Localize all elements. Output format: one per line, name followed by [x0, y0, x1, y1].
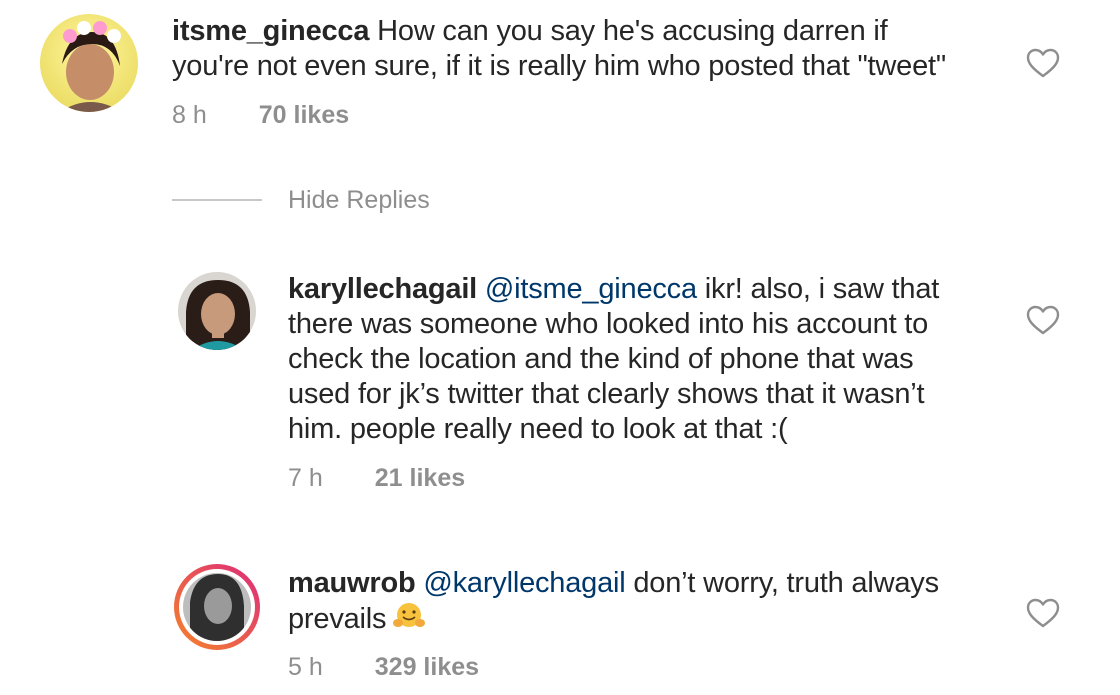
comment-body: him. people really need to look at that …: [288, 413, 788, 445]
comment-text-line: you're not even sure, if it is really hi…: [172, 49, 946, 84]
like-heart-icon[interactable]: [1026, 598, 1060, 628]
avatar[interactable]: [178, 272, 256, 350]
comment-body: used for jk’s twitter that clearly shows…: [288, 378, 925, 410]
comment-time: 8 h: [172, 101, 207, 129]
comment-likes[interactable]: 70 likes: [259, 101, 349, 129]
comment-username[interactable]: itsme_ginecca: [172, 15, 369, 47]
mention-link[interactable]: @itsme_ginecca: [485, 273, 697, 305]
comment-username[interactable]: karyllechagail: [288, 273, 477, 305]
comment-text-line: prevails: [288, 601, 939, 640]
comment-time: 5 h: [288, 653, 323, 681]
comment-text-line: itsme_ginecca How can you say he's accus…: [172, 14, 946, 49]
comment-username[interactable]: mauwrob: [288, 567, 416, 599]
mention-link[interactable]: @karyllechagail: [423, 567, 625, 599]
hide-replies-label[interactable]: Hide Replies: [288, 186, 430, 215]
comment-meta: 5 h 329 likes: [288, 652, 479, 682]
like-heart-icon[interactable]: [1026, 305, 1060, 335]
comment-body: there was someone who looked into his ac…: [288, 308, 929, 340]
hugging-face-icon: [392, 601, 426, 640]
comment-meta: 8 h 70 likes: [172, 100, 349, 130]
comment-body: ikr! also, i saw that: [704, 273, 940, 305]
comment-text-line: karyllechagail @itsme_ginecca ikr! also,…: [288, 272, 939, 307]
comment-body: prevails: [288, 603, 387, 636]
comment-text-line: mauwrob @karyllechagail don’t worry, tru…: [288, 566, 939, 601]
comment-body: don’t worry, truth always: [633, 567, 939, 599]
avatar-story-ring[interactable]: [172, 562, 262, 652]
comment-likes[interactable]: 21 likes: [375, 464, 465, 492]
comment-time: 7 h: [288, 464, 323, 492]
comment-body: you're not even sure, if it is really hi…: [172, 50, 946, 82]
divider: [172, 199, 262, 201]
avatar[interactable]: [40, 14, 138, 112]
comment-body: check the location and the kind of phone…: [288, 343, 914, 375]
comment-likes[interactable]: 329 likes: [375, 653, 479, 681]
comment-meta: 7 h 21 likes: [288, 463, 465, 493]
like-heart-icon[interactable]: [1026, 48, 1060, 78]
hide-replies-button[interactable]: Hide Replies: [172, 183, 430, 217]
comment-body: How can you say he's accusing darren if: [377, 15, 888, 47]
